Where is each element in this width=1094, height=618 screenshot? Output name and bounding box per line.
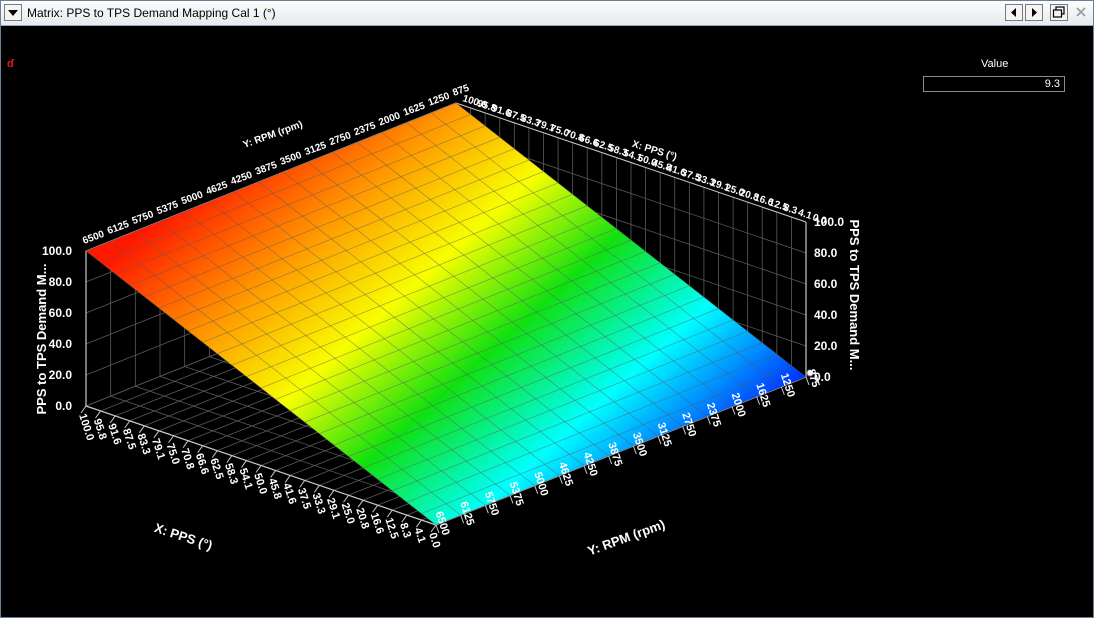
- x-tick-label: 16.6: [368, 511, 386, 535]
- x-tick-label: 4.1: [412, 526, 428, 544]
- corner-mark: ɗ: [7, 58, 14, 70]
- x-tick-label: 54.1: [237, 467, 255, 491]
- x-tick-label: 41.6: [280, 482, 298, 506]
- y-axis-title: Y: RPM (rpm): [585, 516, 667, 558]
- value-label: Value: [981, 58, 1009, 70]
- next-button[interactable]: [1025, 4, 1043, 21]
- x-tick-label: 29.1: [324, 497, 342, 521]
- caret-down-icon: [8, 10, 18, 16]
- z-tick-label: 80.0: [814, 246, 838, 260]
- close-button[interactable]: [1072, 4, 1090, 21]
- x-tick-label: 20.8: [353, 506, 371, 530]
- z-axis-title-left: PPS to TPS Demand M...: [34, 264, 49, 415]
- x-tick-label: 91.6: [105, 422, 123, 446]
- x-tick-label: 66.6: [193, 452, 211, 476]
- z-tick-label: 40.0: [814, 308, 838, 322]
- z-tick-label: 60.0: [814, 277, 838, 291]
- z-tick-label: 100.0: [42, 244, 72, 258]
- close-icon: [1076, 7, 1086, 17]
- z-axis-title-right: PPS to TPS Demand M...: [847, 220, 862, 371]
- surface-plot[interactable]: 100.095.891.687.583.379.175.070.866.662.…: [1, 26, 1093, 617]
- z-tick-label: 20.0: [49, 368, 73, 382]
- restore-button[interactable]: [1050, 4, 1068, 21]
- x-tick-label: 83.3: [134, 432, 152, 456]
- z-tick-label: 40.0: [49, 337, 73, 351]
- arrow-left-icon: [1011, 8, 1016, 17]
- value-readout: 9.3: [923, 76, 1065, 92]
- window-menu-button[interactable]: [4, 4, 22, 21]
- z-tick-label: 20.0: [814, 339, 838, 353]
- restore-window-icon: [1052, 6, 1065, 18]
- title-bar: Matrix: PPS to TPS Demand Mapping Cal 1 …: [1, 1, 1093, 26]
- prev-button[interactable]: [1005, 4, 1023, 21]
- window-title: Matrix: PPS to TPS Demand Mapping Cal 1 …: [27, 6, 276, 20]
- x-tick-label: 70.8: [178, 447, 196, 471]
- z-tick-label: 0.0: [814, 370, 831, 384]
- matrix-window: Matrix: PPS to TPS Demand Mapping Cal 1 …: [0, 0, 1094, 618]
- x-tick-label: 79.1: [149, 437, 167, 461]
- z-tick-label: 0.0: [55, 399, 72, 413]
- x-tick-label: 58.3: [222, 462, 240, 486]
- x-axis-title: X: PPS (°): [153, 520, 215, 553]
- x-tick-label: 33.3: [309, 492, 327, 516]
- z-tick-label: 80.0: [49, 275, 73, 289]
- surface-plot-area[interactable]: 100.0 95.8 91.6 87.5 83.3 79.1 75.0 70.8 66.6 62.…: [1, 26, 1093, 617]
- y-top-axis-title: Y: RPM (rpm): [242, 119, 305, 151]
- arrow-right-icon: [1032, 8, 1037, 17]
- z-tick-label: 60.0: [49, 306, 73, 320]
- x-tick-label: 45.8: [266, 477, 284, 501]
